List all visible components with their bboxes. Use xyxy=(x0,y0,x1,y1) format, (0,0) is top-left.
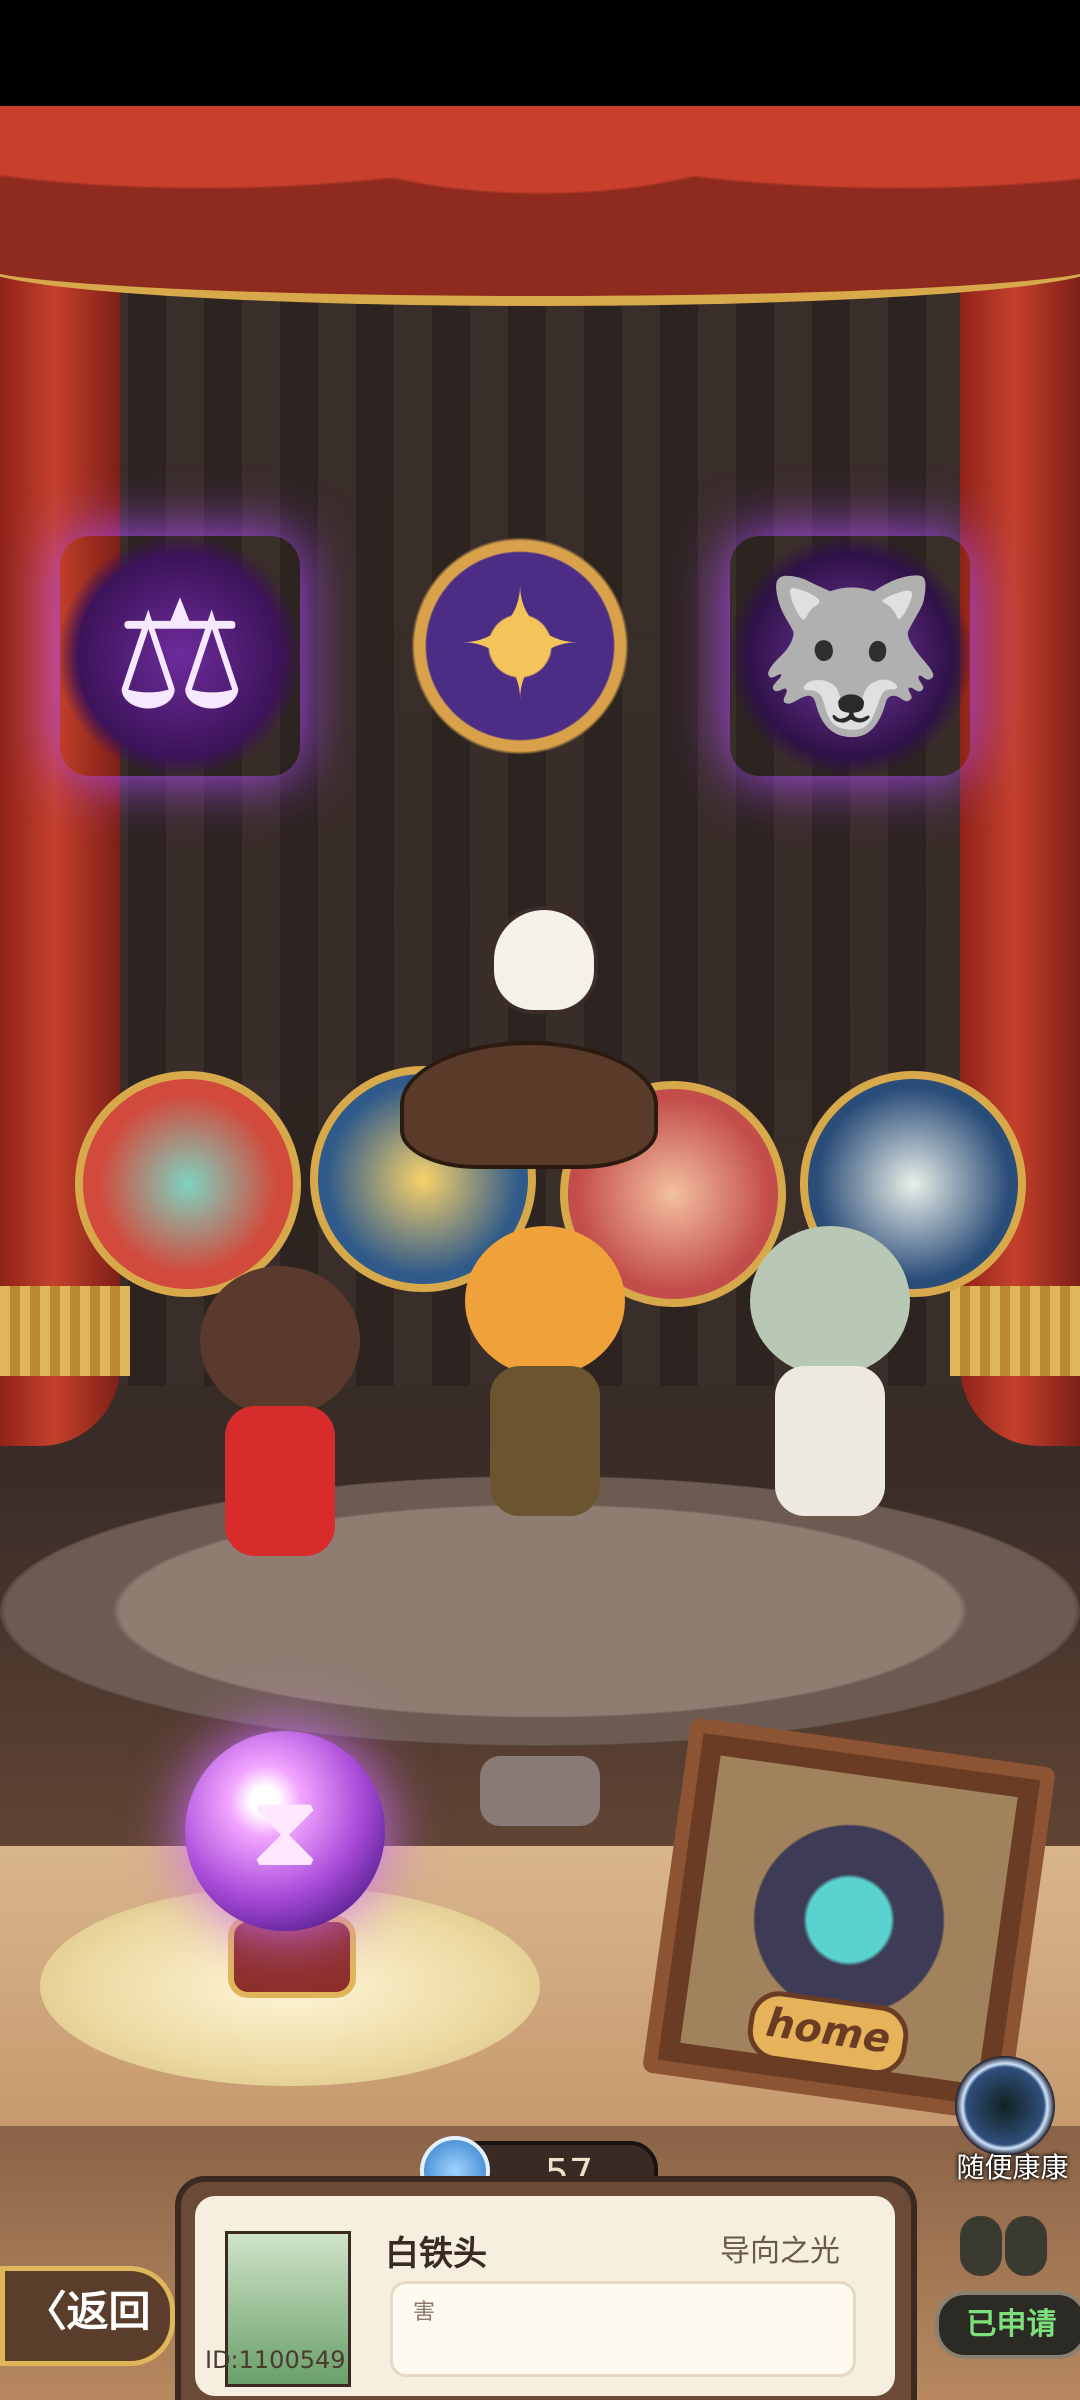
character-head xyxy=(465,1226,625,1376)
status-bar xyxy=(0,0,1080,106)
random-visit-label: 随便康康 xyxy=(956,2151,1069,2184)
friend-icon xyxy=(950,2206,1060,2286)
character-body xyxy=(490,1366,600,1516)
message-text: 害 xyxy=(413,2300,436,2325)
user-title-tag: 导向之光 xyxy=(720,2234,840,2269)
watermelon-badge[interactable] xyxy=(75,1071,301,1297)
left-curtain xyxy=(0,226,120,1446)
back-button[interactable]: 〈返回 xyxy=(0,2266,175,2366)
user-name: 白铁头 xyxy=(385,2234,487,2274)
left-curtain-fringe xyxy=(0,1286,130,1376)
stage-ornament xyxy=(480,1756,600,1826)
wolf-emblem[interactable]: 🐺 xyxy=(730,536,970,776)
character-scientist[interactable] xyxy=(730,1226,930,1526)
message-box[interactable]: 害 xyxy=(390,2281,856,2377)
applied-label: 已申请 xyxy=(966,2307,1057,2342)
wolf-icon: 🐺 xyxy=(756,569,944,743)
cowboy-hat-icon xyxy=(400,1041,658,1169)
applied-button[interactable]: 已申请 xyxy=(935,2291,1080,2359)
character-head xyxy=(750,1226,910,1376)
character-head xyxy=(200,1266,360,1416)
profile-card: ID:1100549 白铁头 导向之光 害 xyxy=(195,2196,895,2396)
star-icon: ✦ xyxy=(457,559,583,733)
character-body xyxy=(775,1366,885,1516)
crystal-ball-button[interactable]: ⧗ xyxy=(185,1731,385,1931)
lantern-scale-emblem[interactable]: ⚖ xyxy=(60,536,300,776)
hourglass-icon: ⧗ xyxy=(249,1772,321,1889)
top-curtain xyxy=(0,106,1080,306)
random-visit-button[interactable] xyxy=(955,2056,1055,2156)
profile-panel: ID:1100549 白铁头 导向之光 害 xyxy=(175,2176,917,2400)
character-boy-orange-hair[interactable] xyxy=(445,1226,645,1526)
user-id: ID:1100549 xyxy=(205,2346,346,2374)
character-girl-red-dress[interactable] xyxy=(180,1266,380,1566)
theater-stage: ⚖ ✦ 🐺 ⧗ home 随便康康 57 ID:1100549 白铁头 导向之光… xyxy=(0,106,1080,2400)
right-curtain-fringe xyxy=(950,1286,1080,1376)
scale-icon: ⚖ xyxy=(112,569,248,743)
compass-star-emblem[interactable]: ✦ xyxy=(400,526,640,766)
character-body xyxy=(225,1406,335,1556)
ghost-mascot[interactable] xyxy=(490,906,598,1014)
